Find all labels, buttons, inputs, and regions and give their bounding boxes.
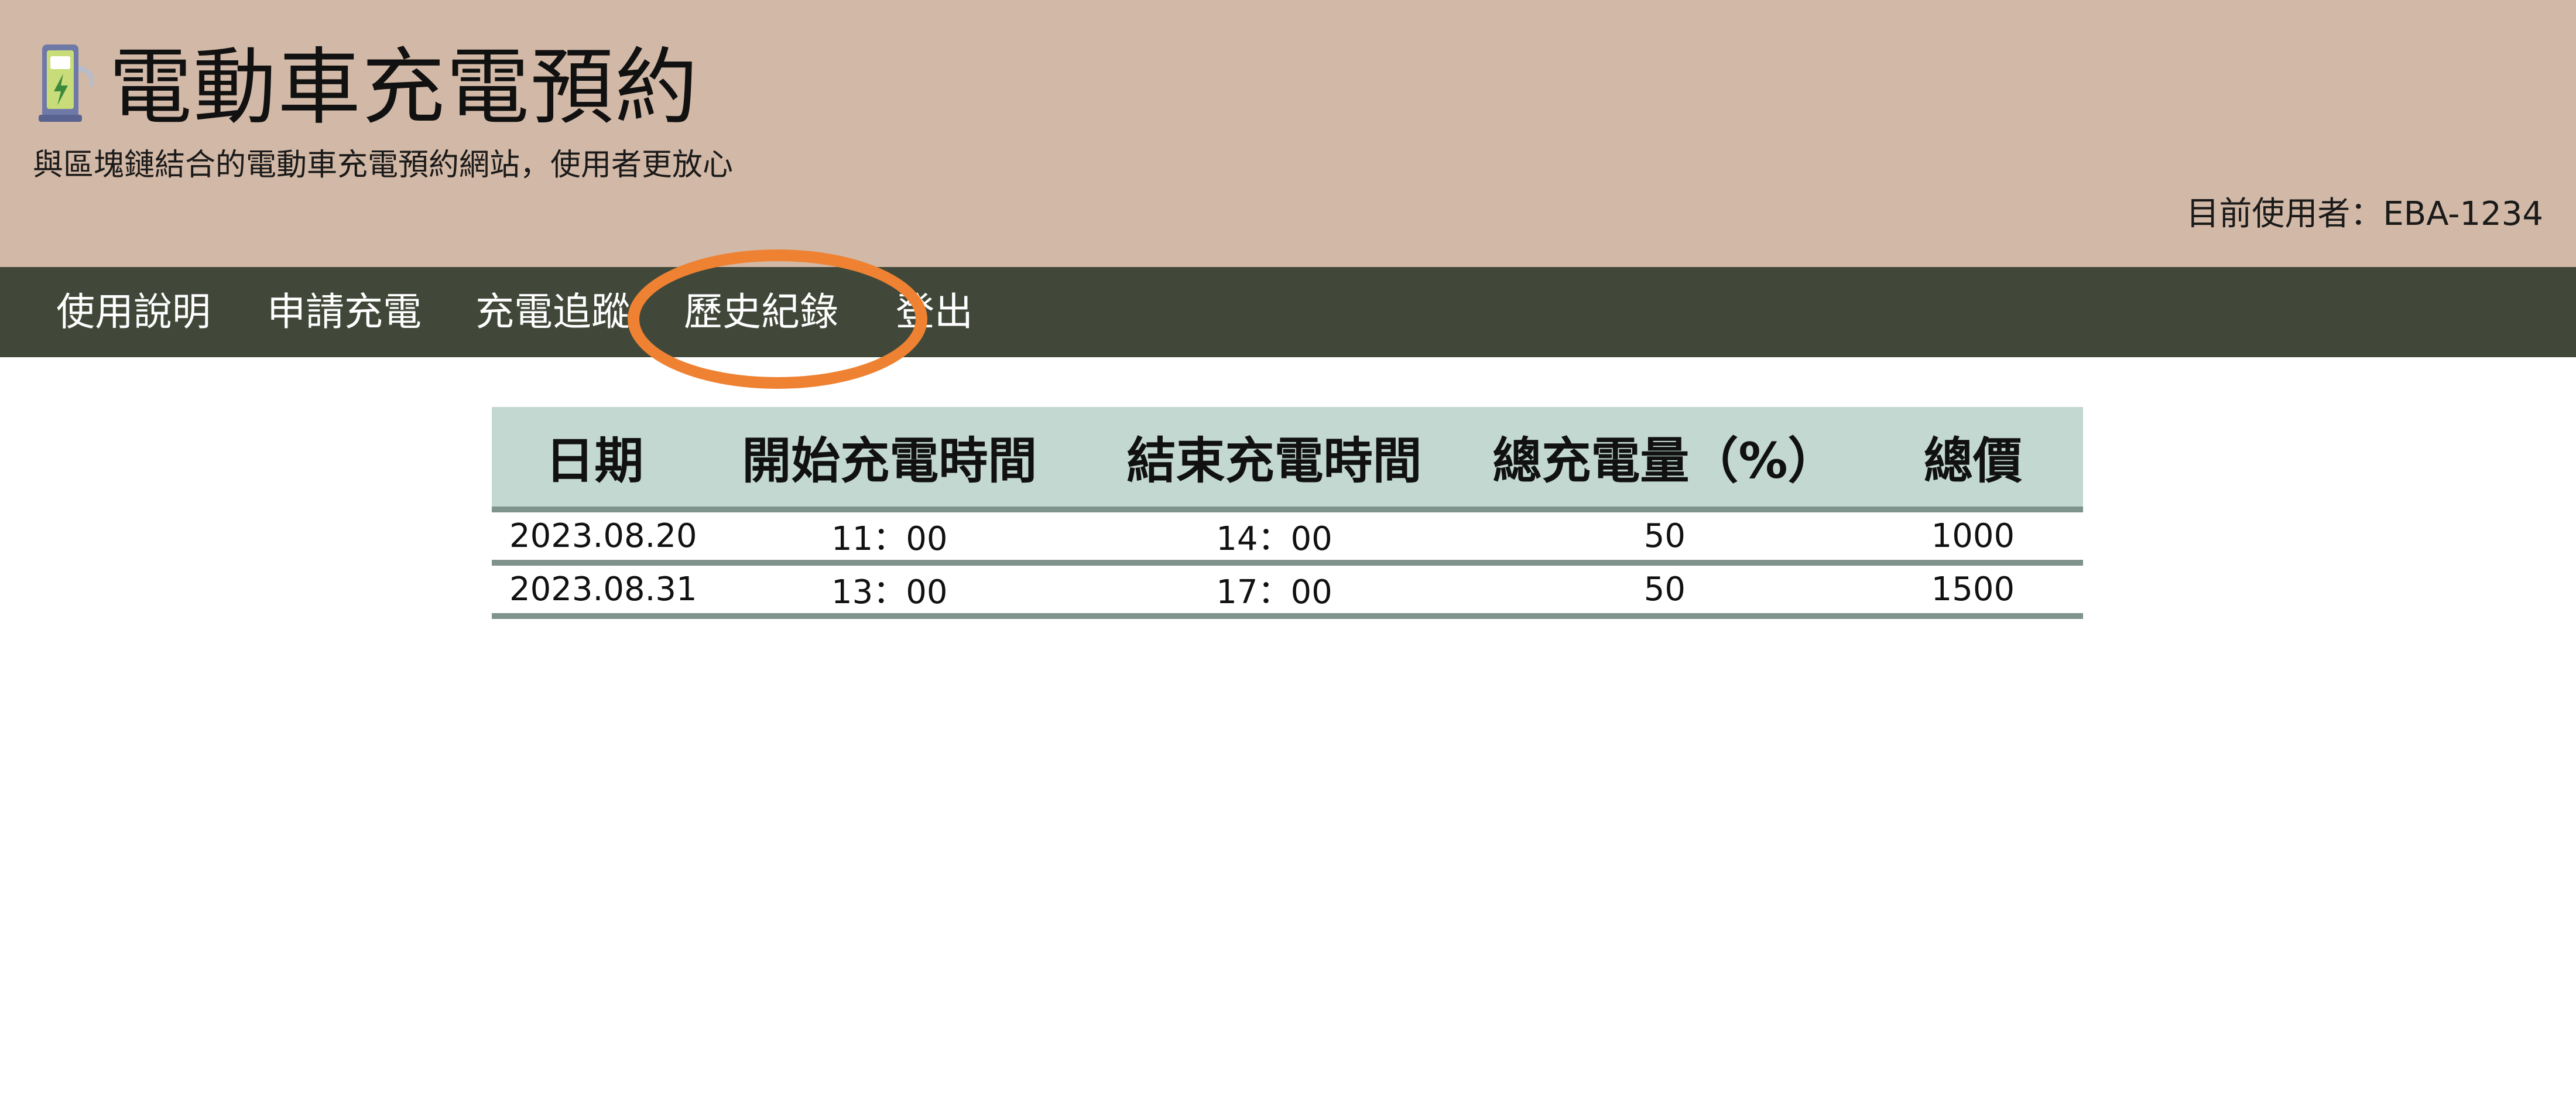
cell-total-price: 1000 (1862, 509, 2083, 566)
col-header-date: 日期 (492, 407, 697, 512)
nav-item-history[interactable]: 歷史紀錄 (684, 267, 838, 357)
cell-date: 2023.08.31 (492, 563, 697, 619)
table-header-row: 日期 開始充電時間 結束充電時間 總充電量（%） 總價 (492, 407, 2083, 512)
col-header-total-charge: 總充電量（%） (1467, 407, 1863, 512)
col-header-start-time: 開始充電時間 (697, 407, 1082, 512)
nav-item-apply-charging[interactable]: 申請充電 (267, 267, 422, 357)
table-row: 2023.08.20 11：00 14：00 50 1000 (492, 509, 2083, 566)
current-user-label: 目前使用者：EBA-1234 (2186, 195, 2543, 233)
cell-total-charge: 50 (1467, 563, 1863, 619)
cell-start-time: 13：00 (697, 563, 1082, 619)
table-row: 2023.08.31 13：00 17：00 50 1500 (492, 563, 2083, 619)
site-subtitle: 與區塊鏈結合的電動車充電預約網站，使用者更放心 (33, 148, 734, 183)
col-header-end-time: 結束充電時間 (1081, 407, 1467, 512)
site-title: 電動車充電預約 (109, 39, 699, 136)
history-table: 日期 開始充電時間 結束充電時間 總充電量（%） 總價 2023.08.20 1… (492, 407, 2083, 619)
cell-date: 2023.08.20 (492, 509, 697, 566)
cell-total-price: 1500 (1862, 563, 2083, 619)
cell-total-charge: 50 (1467, 509, 1863, 566)
cell-end-time: 17：00 (1081, 563, 1467, 619)
ev-charger-icon (39, 45, 94, 122)
nav-item-charging-tracking[interactable]: 充電追蹤 (475, 267, 630, 357)
site-header: 電動車充電預約 與區塊鏈結合的電動車充電預約網站，使用者更放心 目前使用者：EB… (0, 0, 2576, 267)
main-nav: 使用說明 申請充電 充電追蹤 歷史紀錄 登出 (0, 267, 2576, 357)
nav-item-instructions[interactable]: 使用說明 (56, 267, 211, 357)
nav-item-logout[interactable]: 登出 (896, 267, 973, 357)
col-header-total-price: 總價 (1862, 407, 2083, 512)
cell-end-time: 14：00 (1081, 509, 1467, 566)
cell-start-time: 11：00 (697, 509, 1082, 566)
